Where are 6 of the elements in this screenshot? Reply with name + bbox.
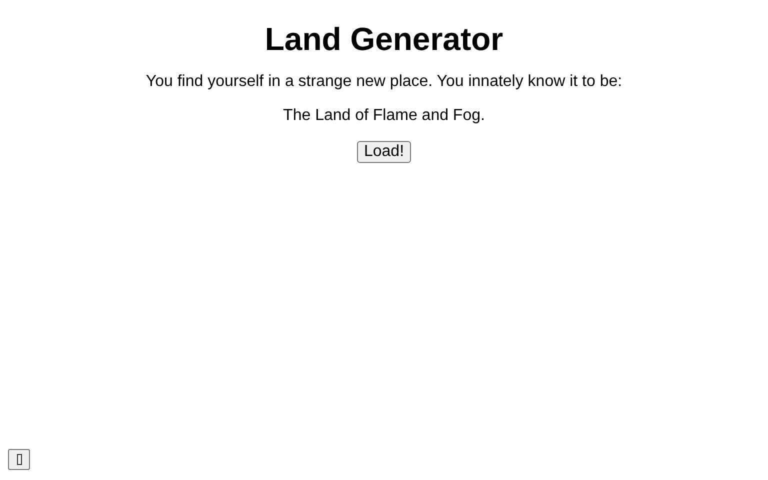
- corner-button[interactable]: [8, 449, 30, 470]
- land-name: The Land of Flame and Fog.: [283, 107, 485, 125]
- load-button[interactable]: Load!: [356, 141, 412, 163]
- page-title: Land Generator: [264, 21, 504, 58]
- glyph-box-icon: [16, 454, 22, 465]
- intro-text: You find yourself in a strange new place. You innately know it to be:: [146, 73, 622, 91]
